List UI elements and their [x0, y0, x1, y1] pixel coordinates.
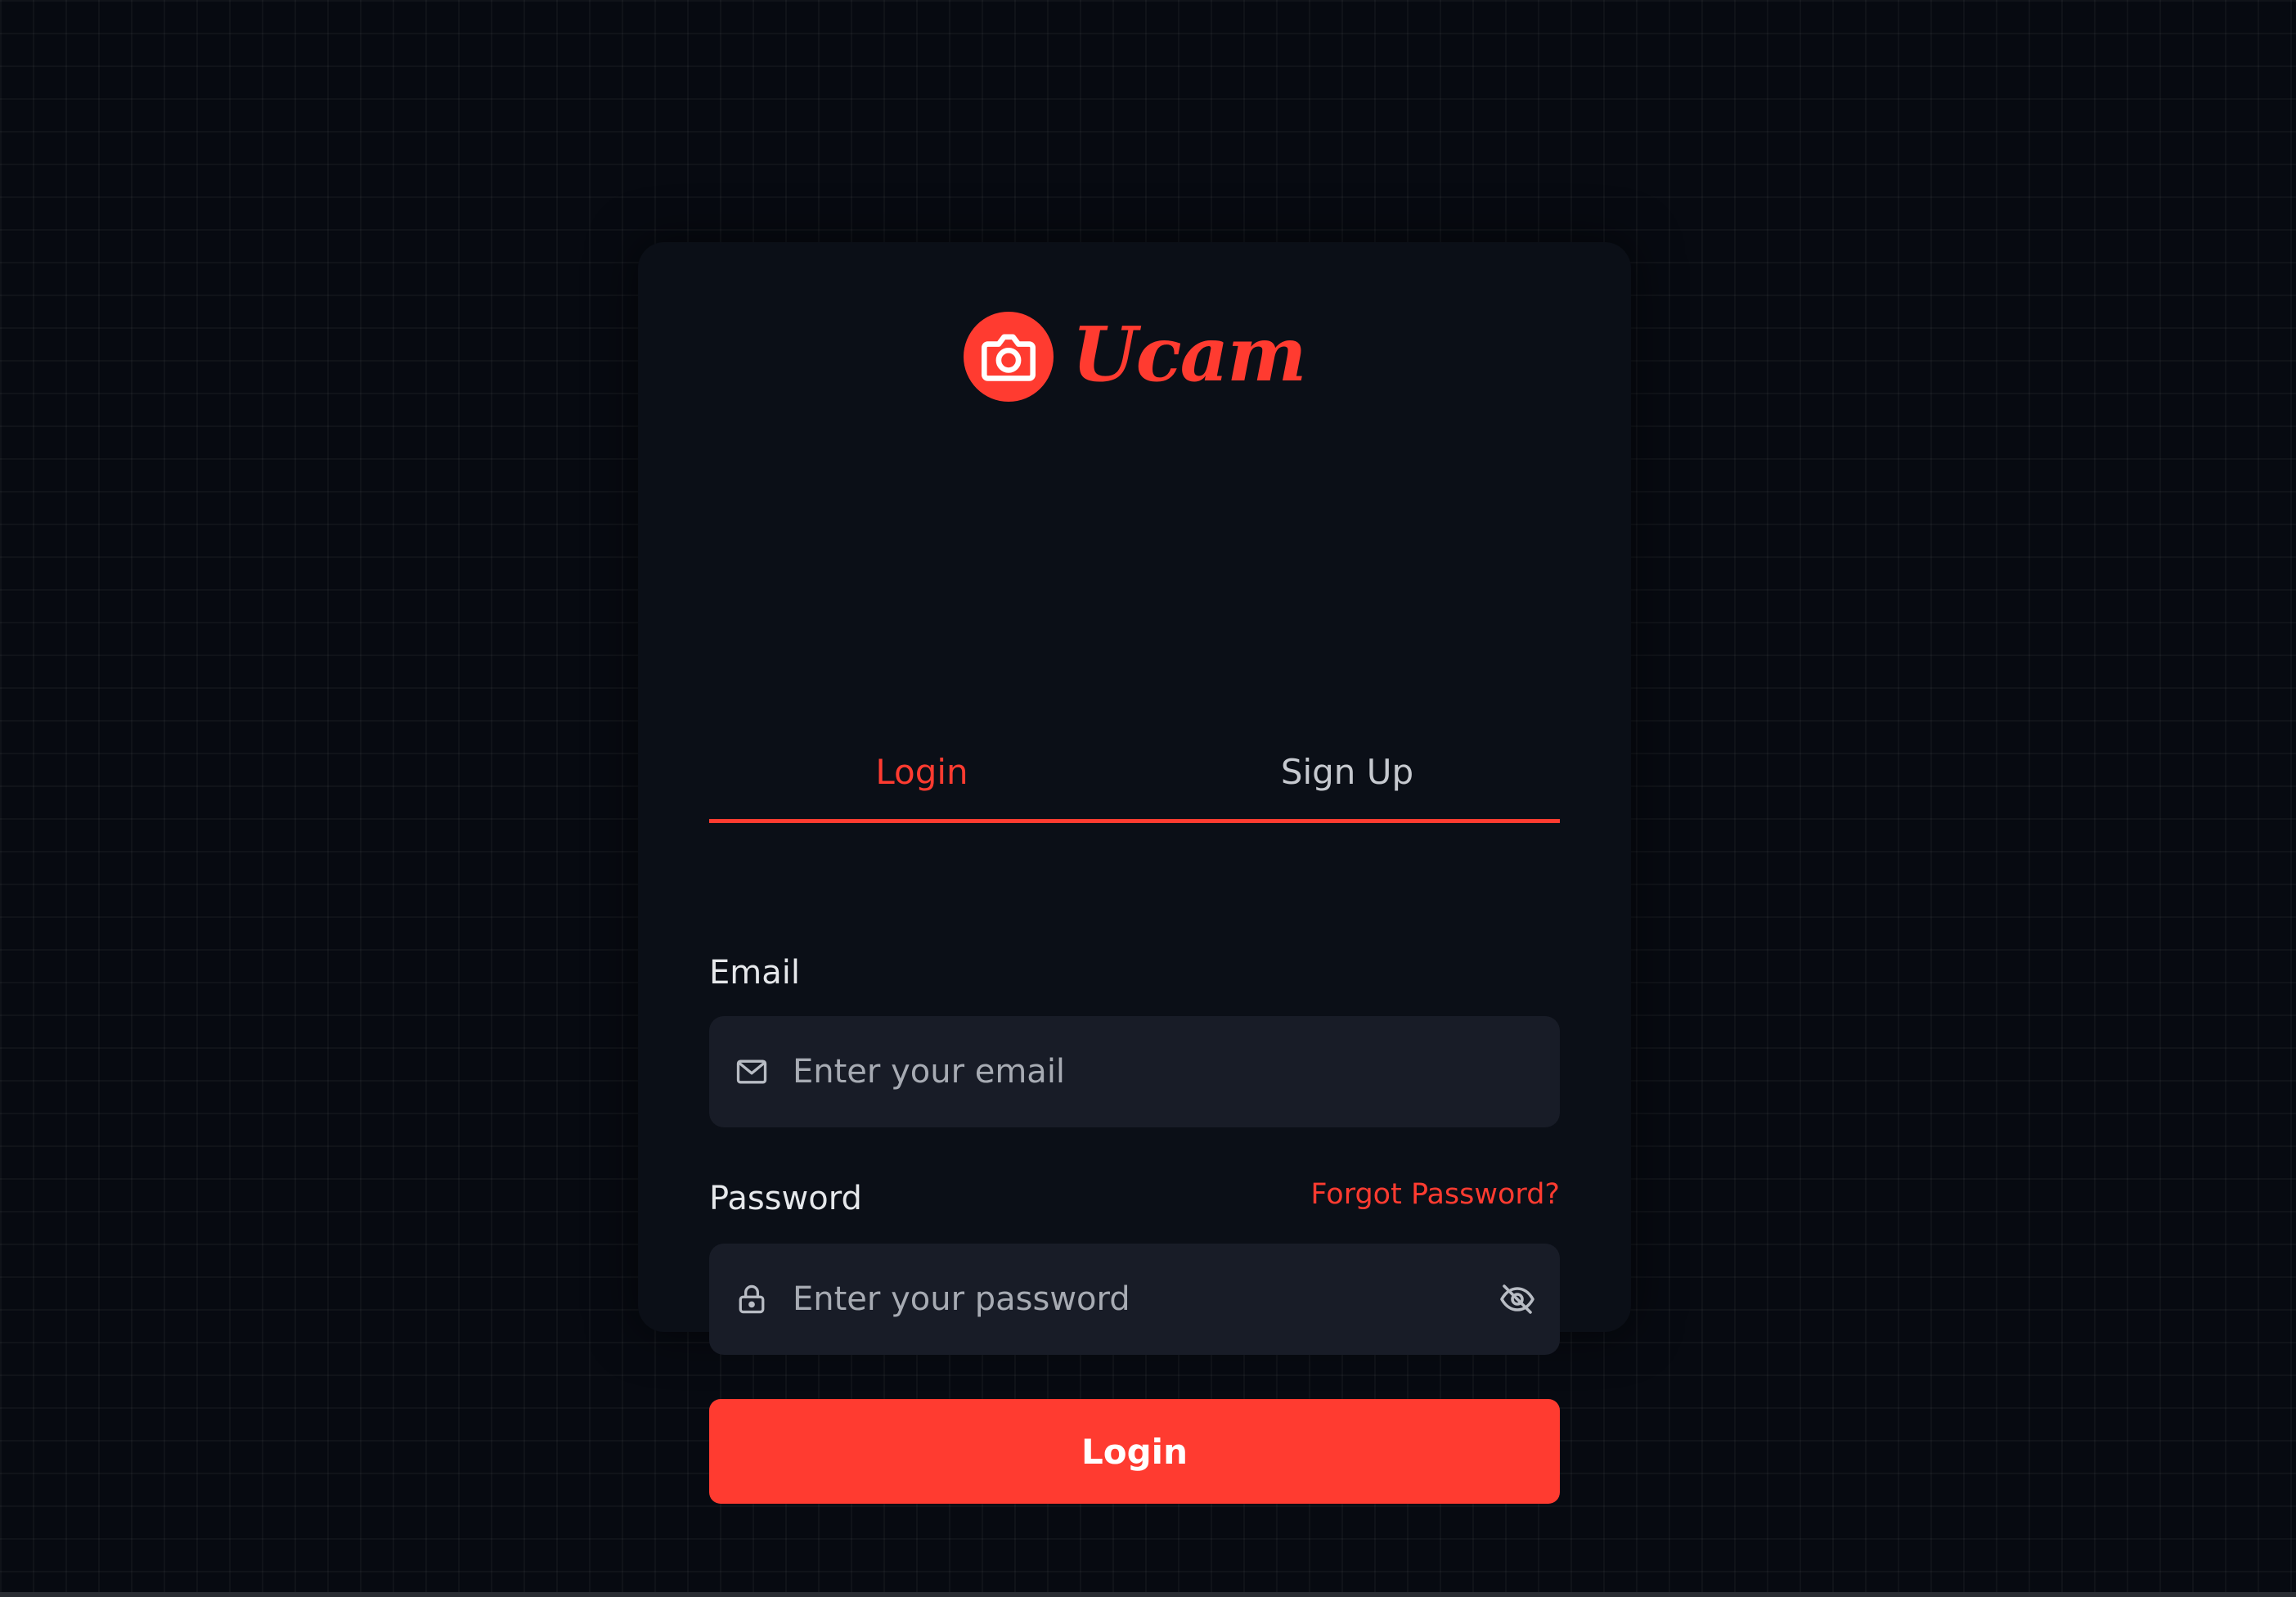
login-card: Ucam Login Sign Up Email Password Forgot…	[638, 242, 1631, 1504]
forgot-password-link[interactable]: Forgot Password?	[1310, 1178, 1560, 1211]
tab-sign-up[interactable]: Sign Up	[1135, 733, 1560, 819]
email-input[interactable]	[791, 1015, 1537, 1128]
email-label: Email	[709, 954, 800, 992]
auth-tabs: Login Sign Up	[709, 733, 1560, 823]
camera-icon	[964, 312, 1054, 402]
password-input[interactable]	[791, 1243, 1498, 1356]
lock-icon	[739, 1284, 765, 1314]
password-field-wrapper[interactable]	[709, 1243, 1560, 1356]
login-button[interactable]: Login	[709, 1399, 1560, 1504]
tab-login[interactable]: Login	[709, 733, 1135, 819]
eye-off-icon[interactable]	[1498, 1280, 1537, 1319]
mail-icon	[736, 1059, 767, 1084]
brand-name: Ucam	[1072, 310, 1306, 398]
page-bottom-border	[0, 1592, 2296, 1597]
brand-logo: Ucam	[638, 308, 1631, 406]
password-label: Password	[709, 1180, 862, 1217]
email-field-wrapper[interactable]	[709, 1015, 1560, 1128]
